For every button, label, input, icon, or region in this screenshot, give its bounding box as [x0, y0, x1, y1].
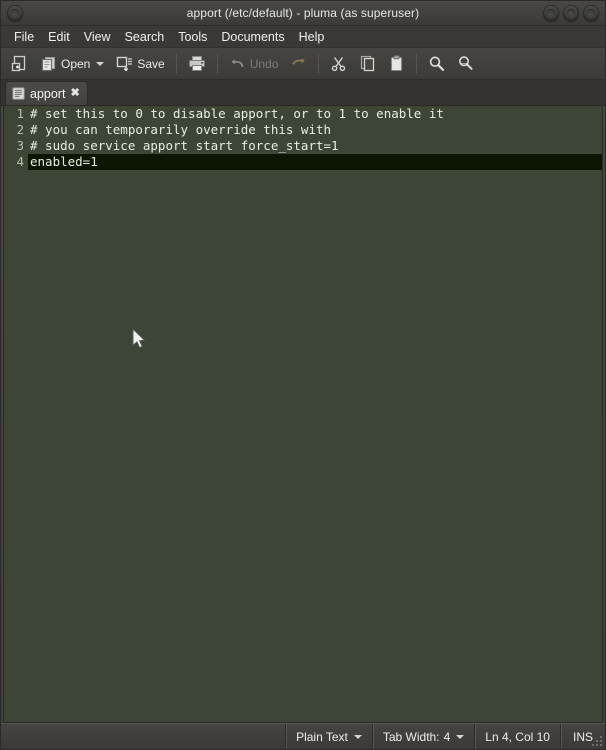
search-replace-icon: [457, 55, 474, 72]
pluma-window: apport (/etc/default) - pluma (as superu…: [0, 0, 606, 750]
scissors-icon: [330, 55, 347, 72]
print-button[interactable]: [183, 51, 211, 77]
menu-item-help[interactable]: Help: [292, 28, 332, 46]
maximize-button[interactable]: [563, 5, 579, 21]
line-number: 4: [4, 154, 28, 170]
line-number: 2: [4, 122, 28, 138]
open-button[interactable]: Open: [35, 51, 109, 77]
line-text[interactable]: # set this to 0 to disable apport, or to…: [28, 106, 444, 122]
status-bar-spacer: [1, 724, 285, 749]
open-button-label: Open: [61, 56, 91, 71]
menu-item-file[interactable]: File: [7, 28, 41, 46]
line-text[interactable]: # you can temporarily override this with: [28, 122, 331, 138]
language-dropdown-arrow[interactable]: [353, 734, 362, 739]
undo-icon: [229, 55, 246, 72]
line-text[interactable]: # sudo service apport start force_start=…: [28, 138, 339, 154]
tab-close-icon[interactable]: ✖: [70, 88, 79, 99]
tab-bar: apport ✖: [1, 80, 605, 106]
editor-area[interactable]: 1 # set this to 0 to disable apport, or …: [3, 106, 603, 723]
menu-item-view[interactable]: View: [77, 28, 118, 46]
line-text[interactable]: enabled=1: [28, 154, 98, 170]
save-button[interactable]: Save: [111, 51, 169, 77]
tab-width-value: 4: [443, 729, 451, 744]
window-menu-icon[interactable]: [7, 5, 23, 21]
toolbar: Open Save Undo: [1, 48, 605, 80]
text-editor[interactable]: 1 # set this to 0 to disable apport, or …: [4, 106, 602, 722]
language-label: Plain Text: [296, 729, 348, 744]
find-button[interactable]: [423, 51, 450, 77]
redo-button[interactable]: [285, 51, 312, 77]
editor-line[interactable]: 2 # you can temporarily override this wi…: [4, 122, 602, 138]
clipboard-icon: [388, 55, 405, 72]
undo-button-label: Undo: [249, 56, 279, 71]
open-folder-icon: [40, 55, 57, 72]
title-bar: apport (/etc/default) - pluma (as superu…: [1, 1, 605, 26]
line-number: 3: [4, 138, 28, 154]
menu-item-tools[interactable]: Tools: [171, 28, 214, 46]
cursor-position: Ln 4, Col 10: [474, 724, 560, 749]
menu-bar: File Edit View Search Tools Documents He…: [1, 26, 605, 48]
tab-width-dropdown-arrow[interactable]: [456, 734, 465, 739]
window-controls: [543, 5, 599, 21]
document-icon: [12, 87, 25, 100]
resize-grip[interactable]: [589, 733, 602, 746]
copy-button[interactable]: [354, 51, 381, 77]
close-button[interactable]: [583, 5, 599, 21]
search-icon: [428, 55, 445, 72]
status-bar: Plain Text Tab Width: 4 Ln 4, Col 10 INS: [1, 723, 605, 749]
toolbar-separator-4: [416, 53, 418, 74]
replace-button[interactable]: [452, 51, 479, 77]
menu-item-search[interactable]: Search: [118, 28, 172, 46]
open-dropdown-arrow[interactable]: [96, 61, 105, 66]
redo-icon: [290, 55, 307, 72]
new-document-icon: [11, 55, 28, 72]
cut-button[interactable]: [325, 51, 352, 77]
printer-icon: [188, 55, 206, 72]
editor-line-current[interactable]: 4 enabled=1: [4, 154, 602, 170]
new-document-button[interactable]: [6, 51, 33, 77]
copy-icon: [359, 55, 376, 72]
tab-width-label: Tab Width:: [382, 729, 440, 744]
toolbar-separator-1: [175, 53, 177, 74]
menu-item-documents[interactable]: Documents: [214, 28, 291, 46]
minimize-button[interactable]: [543, 5, 559, 21]
toolbar-separator-2: [216, 53, 218, 74]
paste-button[interactable]: [383, 51, 410, 77]
window-title: apport (/etc/default) - pluma (as superu…: [186, 6, 420, 20]
editor-line[interactable]: 1 # set this to 0 to disable apport, or …: [4, 106, 602, 122]
save-button-label: Save: [137, 56, 165, 71]
tab-width-selector[interactable]: Tab Width: 4: [371, 724, 474, 749]
language-selector[interactable]: Plain Text: [285, 724, 372, 749]
tab-label: apport: [30, 86, 66, 101]
toolbar-separator-3: [318, 53, 320, 74]
line-number: 1: [4, 106, 28, 122]
tab-apport[interactable]: apport ✖: [5, 81, 88, 105]
cursor-position-label: Ln 4, Col 10: [485, 729, 550, 744]
menu-item-edit[interactable]: Edit: [41, 28, 77, 46]
undo-button[interactable]: Undo: [224, 51, 284, 77]
editor-line[interactable]: 3 # sudo service apport start force_star…: [4, 138, 602, 154]
save-icon: [116, 55, 133, 72]
